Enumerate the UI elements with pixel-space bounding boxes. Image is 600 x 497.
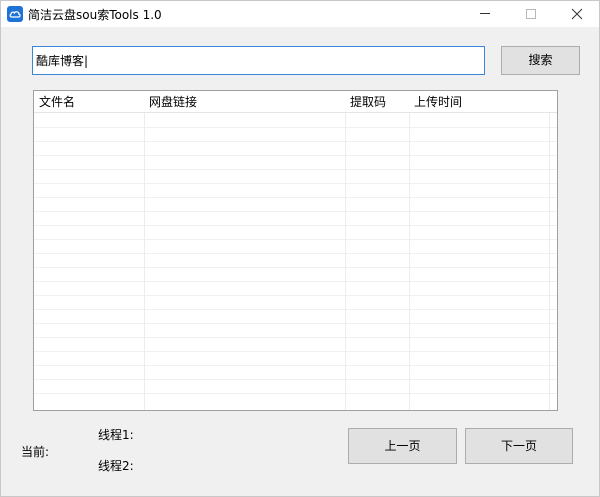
column-header-code[interactable]: 提取码 (345, 91, 386, 113)
table-row (34, 155, 557, 156)
app-window: 简洁云盘sou索Tools 1.0 搜索 (0, 0, 600, 497)
table-row (34, 225, 557, 226)
table-row (34, 183, 557, 184)
table-row (34, 267, 557, 268)
table-row (34, 393, 557, 394)
title-bar[interactable]: 简洁云盘sou索Tools 1.0 (1, 1, 599, 27)
table-row (34, 379, 557, 380)
table-row (34, 253, 557, 254)
prev-page-button[interactable]: 上一页 (348, 428, 457, 464)
cloud-icon (7, 6, 23, 22)
maximize-button[interactable] (508, 1, 554, 27)
table-row (34, 141, 557, 142)
table-row (34, 281, 557, 282)
column-divider[interactable] (144, 91, 145, 410)
close-button[interactable] (554, 1, 600, 27)
table-row (34, 295, 557, 296)
table-row (34, 309, 557, 310)
results-table[interactable]: 文件名 网盘链接 提取码 上传时间 (33, 90, 558, 411)
table-row (34, 365, 557, 366)
column-divider[interactable] (409, 91, 410, 410)
minimize-icon (480, 13, 490, 14)
table-row (34, 351, 557, 352)
column-header-link[interactable]: 网盘链接 (144, 91, 197, 113)
table-row (34, 337, 557, 338)
table-row (34, 169, 557, 170)
table-row (34, 197, 557, 198)
column-divider[interactable] (549, 91, 550, 410)
next-page-button[interactable]: 下一页 (465, 428, 573, 464)
thread2-label: 线程2: (98, 459, 134, 473)
current-label: 当前: (21, 445, 50, 459)
maximize-icon (526, 9, 536, 19)
table-row (34, 323, 557, 324)
table-row (34, 211, 557, 212)
column-header-filename[interactable]: 文件名 (34, 91, 75, 113)
window-title: 简洁云盘sou索Tools 1.0 (28, 8, 162, 22)
table-row (34, 127, 557, 128)
close-icon (571, 8, 583, 20)
column-header-upload-time[interactable]: 上传时间 (409, 91, 462, 113)
table-row (34, 239, 557, 240)
thread1-label: 线程1: (98, 428, 134, 442)
minimize-button[interactable] (462, 1, 508, 27)
search-button[interactable]: 搜索 (501, 46, 580, 75)
column-divider[interactable] (345, 91, 346, 410)
search-input[interactable] (32, 46, 485, 75)
table-header: 文件名 网盘链接 提取码 上传时间 (34, 91, 557, 113)
